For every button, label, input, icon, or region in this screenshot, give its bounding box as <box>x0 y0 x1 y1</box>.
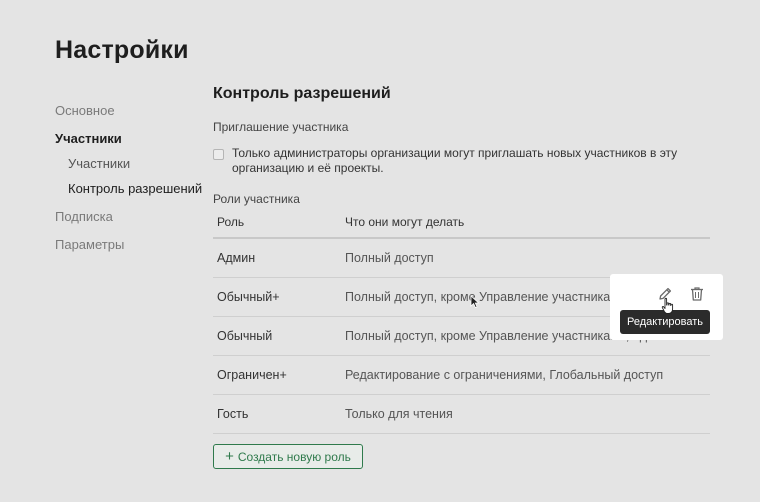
sidebar-item-members[interactable]: Участники <box>55 132 205 157</box>
sidebar-item-subscription[interactable]: Подписка <box>55 210 205 238</box>
create-role-button[interactable]: + Создать новую роль <box>213 444 363 469</box>
roles-label: Роли участника <box>213 192 300 206</box>
table-header-row: Роль Что они могут делать <box>213 208 710 239</box>
main-content: Контроль разрешений Приглашение участник… <box>213 84 710 434</box>
role-permissions: Только для чтения <box>341 394 710 434</box>
table-row[interactable]: Гость Только для чтения <box>213 394 710 434</box>
role-name: Админ <box>213 238 341 278</box>
admin-only-invite-label[interactable]: Только администраторы организации могут … <box>232 146 702 176</box>
role-name: Ограничен+ <box>213 355 341 395</box>
sidebar-item-general[interactable]: Основное <box>55 104 205 132</box>
role-permissions: Редактирование с ограничениями, Глобальн… <box>341 355 710 395</box>
table-row[interactable]: Ограничен+ Редактирование с ограничениям… <box>213 355 710 395</box>
invite-restriction-row: Только администраторы организации могут … <box>213 146 710 176</box>
hand-cursor-icon <box>661 297 675 320</box>
role-name: Обычный <box>213 316 341 356</box>
column-header-perms: Что они могут делать <box>341 208 710 239</box>
role-name: Гость <box>213 394 341 434</box>
role-permissions: Полный доступ <box>341 238 710 278</box>
invite-label: Приглашение участника <box>213 120 349 134</box>
plus-icon: + <box>225 448 234 465</box>
column-header-role: Роль <box>213 208 341 239</box>
section-title: Контроль разрешений <box>213 85 391 102</box>
arrow-cursor-icon <box>470 295 480 314</box>
page-title: Настройки <box>55 36 189 64</box>
sidebar-subitem-members[interactable]: Участники <box>55 157 205 182</box>
sidebar-subitem-permissions[interactable]: Контроль разрешений <box>55 182 205 210</box>
admin-only-invite-checkbox[interactable] <box>213 149 224 160</box>
table-row[interactable]: Админ Полный доступ <box>213 238 710 278</box>
trash-icon[interactable] <box>688 285 706 303</box>
settings-sidebar: Основное Участники Участники Контроль ра… <box>55 104 205 266</box>
role-name: Обычный+ <box>213 277 341 317</box>
sidebar-item-parameters[interactable]: Параметры <box>55 238 205 266</box>
create-role-label: Создать новую роль <box>237 449 351 464</box>
